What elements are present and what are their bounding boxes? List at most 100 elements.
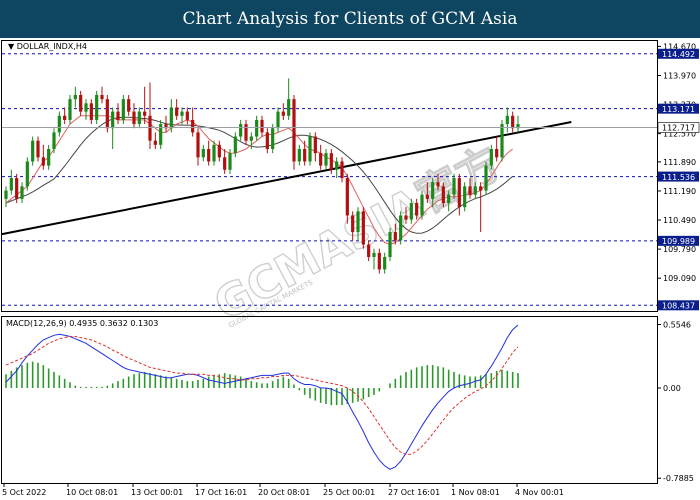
candle-body [15,178,19,199]
macd-panel-border [1,316,658,484]
time-tick-label: 13 Oct 00:01 [131,488,183,497]
candle-body [511,115,515,129]
candle-body [233,136,237,154]
candle-body [303,149,307,162]
candle-body [239,124,243,137]
level-price-label: 108.437 [662,302,695,311]
candle-body [31,140,35,162]
candle-body [500,124,504,158]
candle-body [372,252,376,257]
candle-body [260,119,264,133]
candle-body [335,161,339,170]
candle-body [388,232,392,257]
macd-histogram [5,361,519,406]
candle-body [169,107,173,129]
price-tick-label: 111.190 [663,187,696,196]
candle-body [255,119,259,137]
macd-lines [5,324,519,470]
time-tick-label: 1 Nov 08:01 [451,488,500,497]
candle-body [431,182,435,199]
level-price-label: 109.989 [662,237,695,246]
candle-body [292,99,296,162]
candle-body [319,153,323,166]
candle-body [265,132,269,149]
candle-body [495,149,499,158]
candle-body [489,149,493,166]
candle-body [415,203,419,216]
candle-body [191,119,195,133]
candle-body [505,115,509,125]
chart-area: GCMASIA官方GLOBAL CAPITAL MARKETS 114.6701… [1,40,700,497]
candle-body [473,186,477,195]
candle-body [223,157,227,170]
candle-body [377,252,381,270]
candle-body [447,194,451,203]
candle-body [121,99,125,120]
time-tick-label: 4 Nov 00:01 [515,488,564,497]
price-axis: 114.670113.970113.270112.570111.890111.1… [657,42,696,283]
candle-body [185,111,189,120]
candle-body [100,95,104,100]
candle-body [25,161,29,187]
candle-body [180,111,184,116]
candle-body [137,111,141,125]
candle-body [116,111,120,120]
candle-body [383,257,387,270]
price-tick-label: 109.790 [663,245,696,254]
price-tick-label: 111.890 [663,158,696,167]
candle-body [479,186,483,191]
candle-body [420,194,424,216]
candle-body [367,244,371,257]
candle-body [468,186,472,195]
candle-body [457,178,461,208]
candle-body [132,111,136,125]
price-tick-label: 113.970 [663,71,696,80]
candle-body [4,190,8,199]
chart-banner-title: Chart Analysis for Clients of GCM Asia [0,0,700,38]
candle-body [361,211,365,245]
candle-body [399,215,403,241]
candle-body [297,149,301,162]
candle-body [340,161,344,179]
time-tick-label: 25 Oct 00:01 [323,488,375,497]
candle-body [404,215,408,220]
candle-body [201,149,205,158]
price-tick-label: 110.490 [663,216,696,225]
candle-body [393,232,397,241]
candle-body [41,157,45,166]
signal-line [5,336,519,455]
macd-line [5,324,519,470]
candle-body [212,144,216,162]
candle-body [95,95,99,120]
time-tick-label: 5 Oct 2022 [2,488,46,497]
candle-body [281,111,285,116]
macd-tick-label: -0.7885 [663,474,694,483]
candle-body [84,103,88,112]
candle-body [79,95,83,112]
candle-body [148,115,152,141]
candle-body [287,99,291,116]
candle-body [484,165,488,191]
candle-body [436,182,440,187]
candle-body [143,111,147,116]
candle-body [196,132,200,158]
candle-body [207,149,211,162]
candle-body [249,136,253,141]
level-price-label: 113.171 [662,105,695,114]
macd-label: MACD(12,26,9) 0.4935 0.3632 0.1303 [6,319,158,328]
candle-body [441,186,445,203]
macd-axis: 0.5546 0.00 -0.7885 [657,320,694,483]
candle-body [356,211,360,233]
candle-body [36,140,40,158]
candle-body [276,111,280,129]
macd-tick-label: 0.00 [663,384,681,393]
candle-body [271,128,275,149]
candle-body [68,99,72,120]
candle-body [9,178,13,191]
candle-body [73,95,77,100]
candle-body [463,186,467,208]
candle-body [111,111,115,129]
candle-body [409,203,413,220]
level-price-label: 114.492 [662,50,695,59]
price-tick-label: 109.090 [663,274,696,283]
